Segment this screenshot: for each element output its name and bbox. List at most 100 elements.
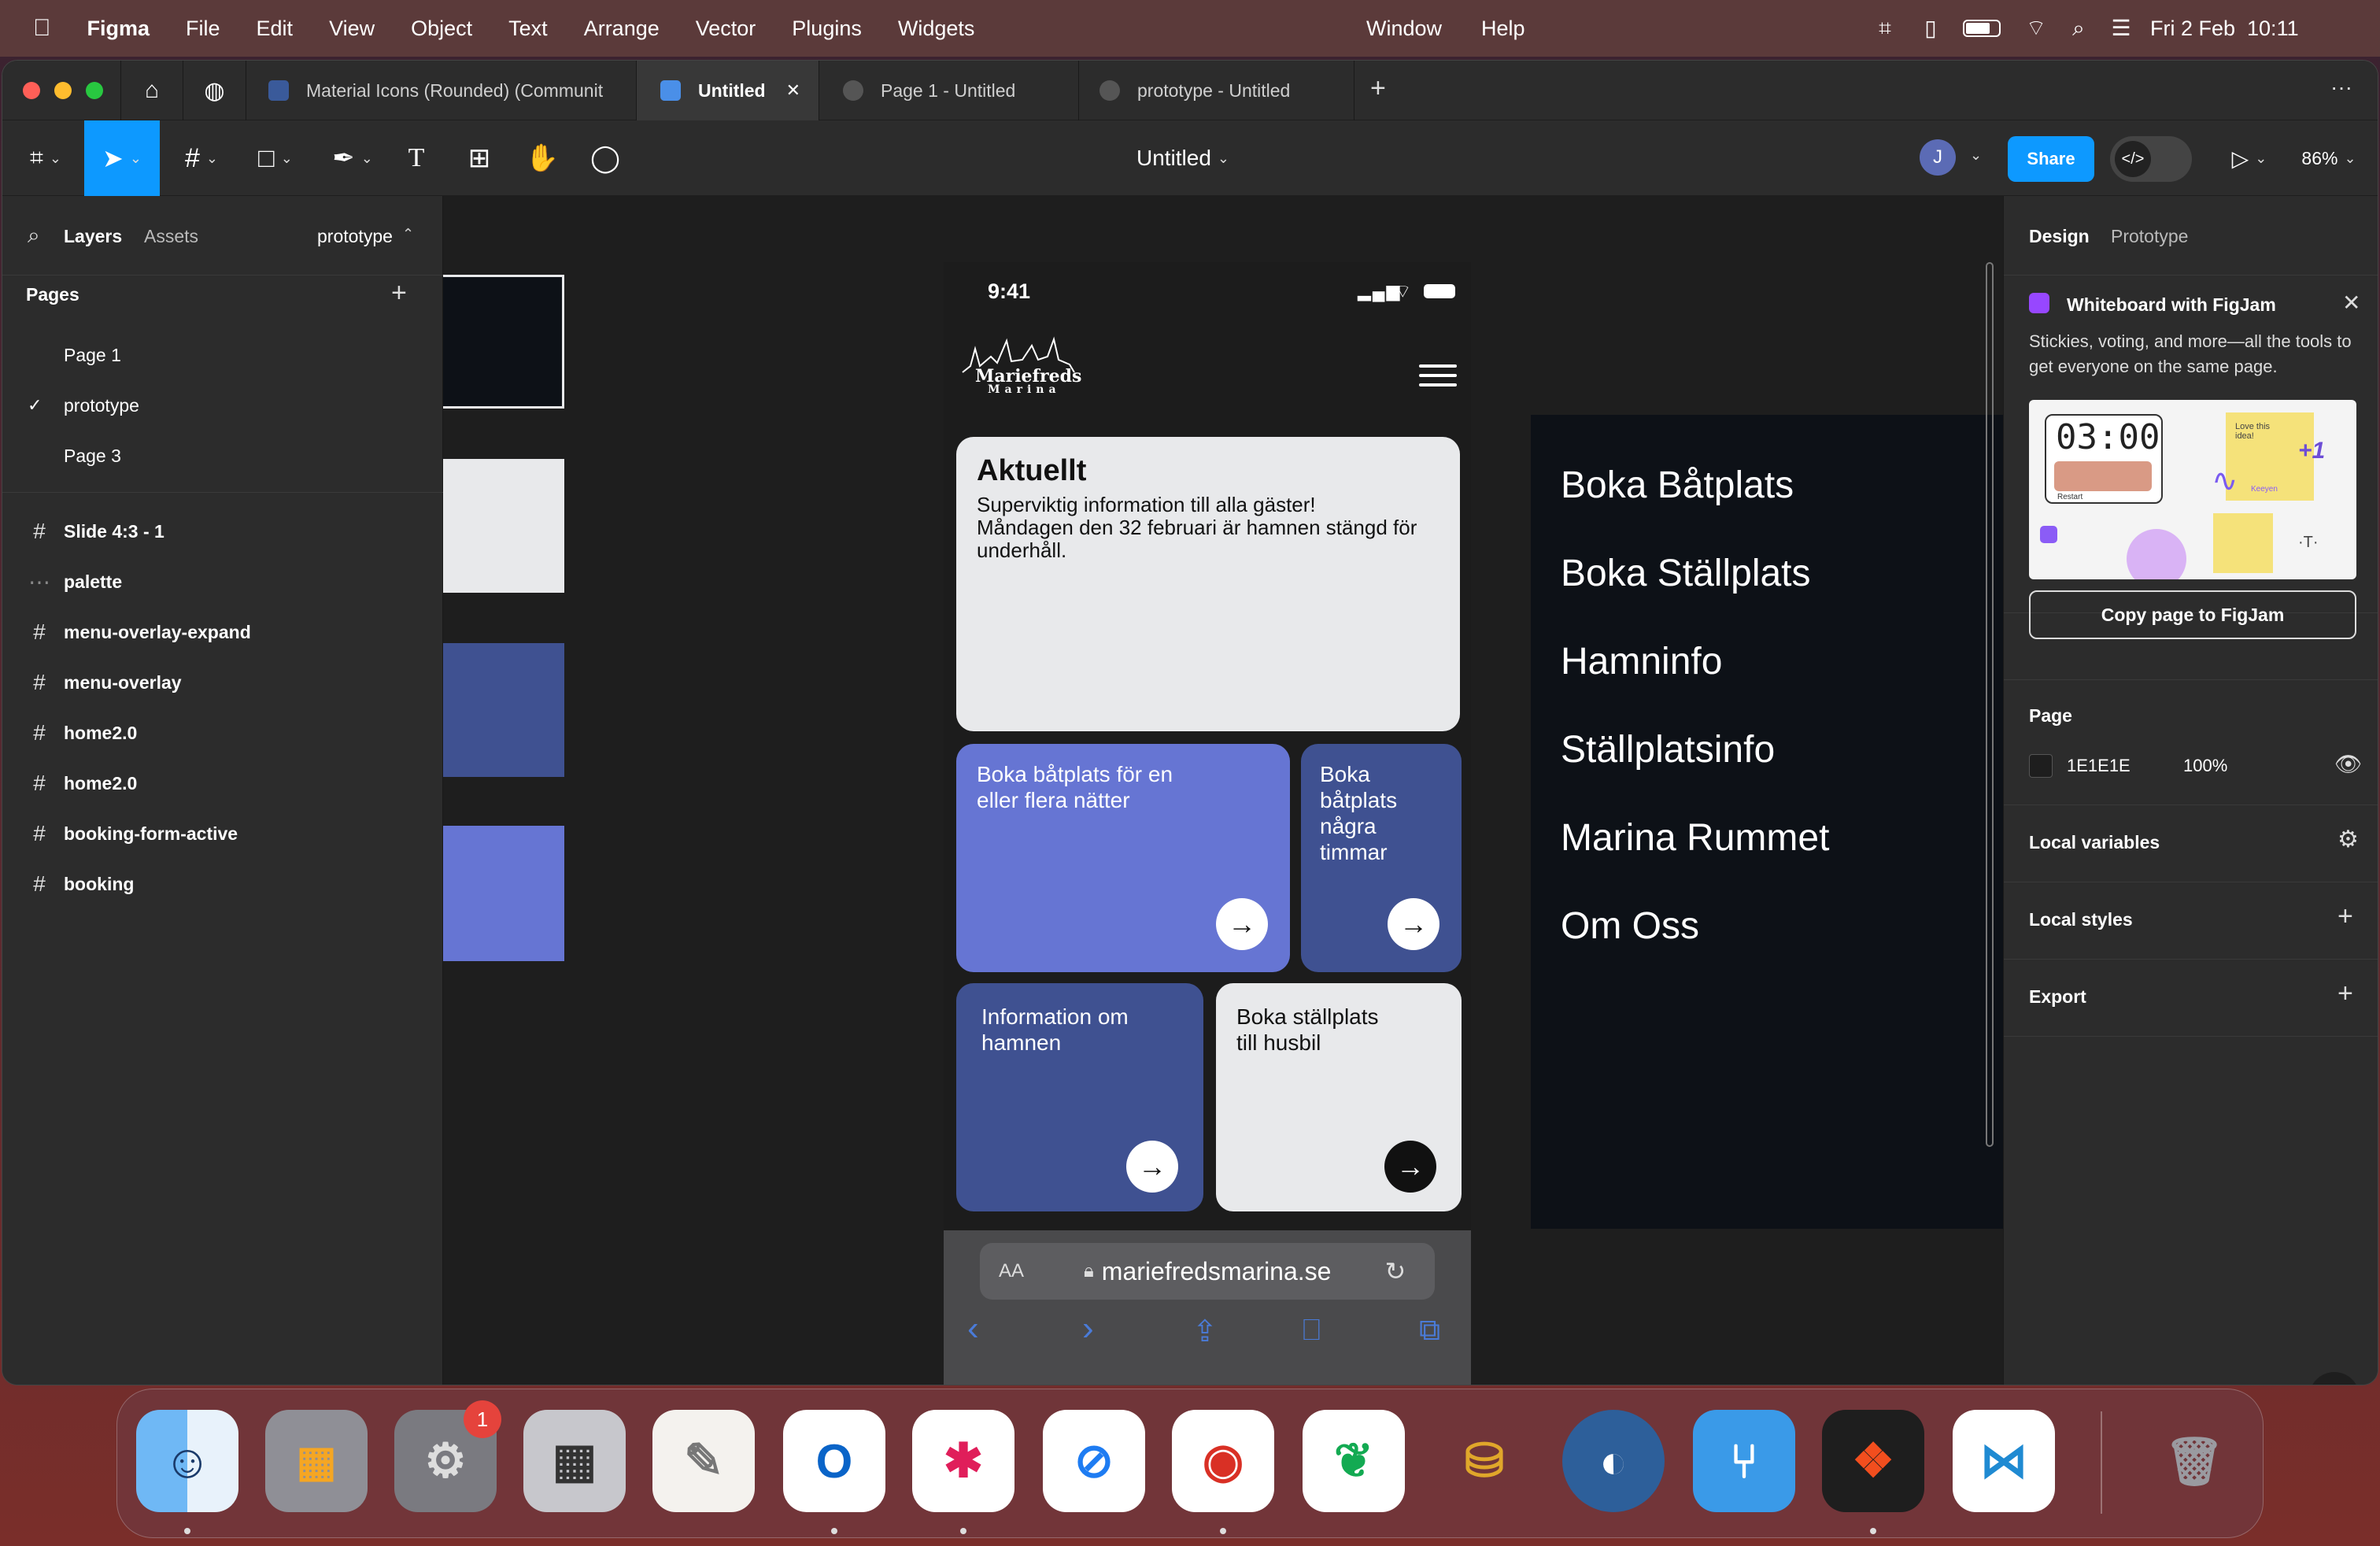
vscode-icon[interactable]: ⋈ (1953, 1410, 2055, 1512)
tab-assets[interactable]: Assets (144, 226, 198, 247)
layer-item[interactable]: # Slide 4:3 - 1 (2, 506, 443, 557)
search-icon[interactable]: ⌕ (28, 223, 40, 249)
menu-text[interactable]: Text (508, 17, 548, 41)
tab-design[interactable]: Design (2029, 226, 2090, 247)
card-harbour-info[interactable]: Information om hamnen → (956, 983, 1203, 1211)
arrow-right-icon[interactable]: → (1384, 1141, 1436, 1193)
local-styles-section[interactable]: Local styles + (2004, 882, 2378, 960)
menu-vector[interactable]: Vector (696, 17, 756, 41)
frame-tool-button[interactable]: # ⌄ (174, 120, 229, 196)
menu-object[interactable]: Object (411, 17, 472, 41)
menu-view[interactable]: View (329, 17, 375, 41)
arrow-right-icon[interactable]: → (1388, 898, 1439, 950)
figma-dock-icon[interactable]: ❖ (1822, 1410, 1924, 1512)
file-name-button[interactable]: Untitled ⌄ (1104, 120, 1262, 196)
sequel-ace-icon[interactable]: ⛁ (1433, 1410, 1536, 1512)
comment-tool-button[interactable]: ◯ (585, 120, 626, 196)
export-section[interactable]: Export + (2004, 960, 2378, 1037)
safari-icon[interactable]: ⊘ (1043, 1410, 1145, 1512)
shape-tool-button[interactable]: □ ⌄ (248, 120, 303, 196)
nav-link[interactable]: Hamninfo (1561, 640, 1722, 683)
page-color-swatch[interactable] (2029, 754, 2053, 778)
canvas[interactable]: 9:41 ▂▄▆ ⌔ Mariefreds Marina Aktuellt Su… (443, 196, 2003, 1385)
layer-item[interactable]: # home2.0 (2, 758, 443, 808)
news-card[interactable]: Aktuellt Superviktig information till al… (956, 437, 1460, 731)
wifi-icon[interactable]: ⌔ (2024, 17, 2048, 40)
launchpad-icon[interactable]: ▦ (265, 1410, 368, 1512)
chevron-down-icon[interactable]: ⌄ (1970, 147, 1982, 164)
layer-item[interactable]: # menu-overlay-expand (2, 607, 443, 657)
page-opacity[interactable]: 100% (2183, 756, 2227, 776)
fork-icon[interactable]: ⑂ (1693, 1410, 1795, 1512)
arrow-right-icon[interactable]: → (1216, 898, 1268, 950)
local-variables-section[interactable]: Local variables ⚙︎ (2004, 805, 2378, 882)
minimize-window-button[interactable] (54, 82, 72, 99)
chrome-icon[interactable]: ◉ (1172, 1410, 1274, 1512)
home-button[interactable]: ⌂ (120, 61, 183, 120)
address-bar[interactable]: AA 🔒︎ mariefredsmarina.se ↻ (980, 1243, 1435, 1300)
text-tool-button[interactable]: T (396, 120, 437, 196)
new-tab-button[interactable]: + (1370, 73, 1386, 104)
tab-material-icons[interactable]: Material Icons (Rounded) (Communit (248, 61, 637, 120)
add-page-button[interactable]: + (391, 278, 407, 309)
hamburger-menu-icon[interactable] (1419, 364, 1457, 386)
reload-icon[interactable]: ↻ (1384, 1256, 1406, 1286)
present-button[interactable]: ▷ ⌄ (2222, 120, 2277, 196)
menu-datetime[interactable]: Fri 2 Feb 10:11 (2150, 17, 2299, 41)
palette-swatch[interactable] (443, 459, 564, 593)
zoom-window-button[interactable] (86, 82, 103, 99)
tab-prototype-untitled[interactable]: prototype - Untitled (1079, 61, 1354, 120)
chevron-up-icon[interactable]: ⌃ (402, 226, 414, 242)
text-size-button[interactable]: AA (999, 1260, 1024, 1282)
eye-icon[interactable]: 👁︎ (2334, 751, 2363, 777)
card-book-boat-nights[interactable]: Boka båtplats för en eller flera nätter … (956, 744, 1290, 972)
figma-status-icon[interactable]: ⌗ (1873, 17, 1897, 40)
vertical-scrollbar[interactable] (1986, 262, 1994, 1147)
palette-swatch[interactable] (443, 275, 564, 409)
help-button[interactable]: ? (2309, 1372, 2360, 1385)
menu-overlay-frame[interactable]: Boka Båtplats Boka Ställplats Hamninfo S… (1531, 415, 2003, 1229)
page-item-page3[interactable]: Page 3 (2, 431, 443, 481)
zoom-menu[interactable]: 86% ⌄ (2289, 120, 2368, 196)
back-icon[interactable]: ‹ (967, 1309, 979, 1348)
add-style-icon[interactable]: + (2338, 901, 2353, 932)
tab-page1-untitled[interactable]: Page 1 - Untitled (819, 61, 1079, 120)
bookmarks-icon[interactable]: ⎕ (1303, 1314, 1321, 1348)
finder-icon[interactable]: ☺ (136, 1410, 238, 1512)
page-color-hex[interactable]: 1E1E1E (2067, 756, 2131, 776)
layer-item[interactable]: # menu-overlay (2, 657, 443, 708)
menu-arrange[interactable]: Arrange (584, 17, 660, 41)
trash-icon[interactable]: 🗑︎ (2143, 1410, 2245, 1512)
calculator-icon[interactable]: ▦ (523, 1410, 626, 1512)
menu-window[interactable]: Window (1366, 17, 1442, 41)
menu-help[interactable]: Help (1481, 17, 1525, 41)
move-tool-button[interactable]: ➤ ⌄ (84, 120, 160, 196)
page-item-page1[interactable]: Page 1 (2, 330, 443, 380)
battery-icon[interactable] (1963, 20, 2001, 37)
mongodb-icon[interactable]: ❦ (1303, 1410, 1405, 1512)
menu-plugins[interactable]: Plugins (792, 17, 862, 41)
tabs-icon[interactable]: ⧉ (1419, 1314, 1440, 1348)
resources-button[interactable]: ⊞ (459, 120, 500, 196)
forward-icon[interactable]: › (1082, 1309, 1094, 1348)
textedit-icon[interactable]: ✎ (652, 1410, 755, 1512)
copy-to-figjam-button[interactable]: Copy page to FigJam (2029, 590, 2356, 639)
menu-widgets[interactable]: Widgets (898, 17, 975, 41)
main-menu-button[interactable]: ⌗ ⌄ (18, 120, 73, 196)
tab-prototype[interactable]: Prototype (2111, 226, 2188, 247)
close-tab-icon[interactable]: ✕ (786, 80, 800, 101)
spotlight-search-icon[interactable]: ⌕ (2067, 17, 2090, 40)
clipboard-status-icon[interactable]: ▯ (1919, 17, 1942, 40)
tableplus-icon[interactable]: ◐ (1562, 1410, 1665, 1512)
nav-link[interactable]: Boka Ställplats (1561, 552, 1811, 595)
avatar[interactable]: J (1920, 139, 1956, 176)
arrow-right-icon[interactable]: → (1126, 1141, 1178, 1193)
nav-link[interactable]: Boka Båtplats (1561, 464, 1794, 507)
pen-tool-button[interactable]: ✒ ⌄ (325, 120, 380, 196)
nav-link[interactable]: Om Oss (1561, 904, 1699, 948)
apple-icon[interactable]:  (33, 15, 51, 42)
dev-mode-toggle[interactable]: </> (2110, 136, 2192, 182)
layer-item[interactable]: ⋯ palette (2, 557, 443, 607)
tab-untitled[interactable]: Untitled ✕ (637, 61, 819, 120)
card-book-camper[interactable]: Boka ställplats till husbil → (1216, 983, 1462, 1211)
